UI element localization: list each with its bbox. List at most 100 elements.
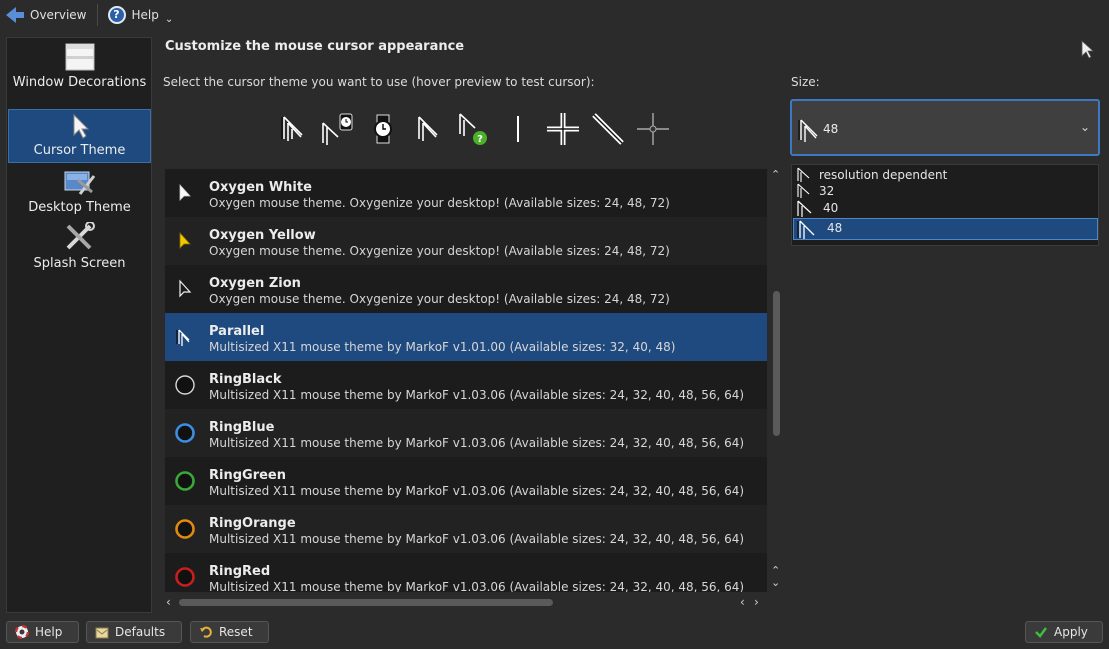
- theme-name: RingBlue: [209, 420, 275, 435]
- preview-cross-cursor-icon[interactable]: [540, 109, 585, 149]
- size-cursor-icon: [798, 118, 820, 147]
- sidebar: Window Decorations Cursor Theme Desktop …: [6, 37, 152, 613]
- help-menu-label: Help: [131, 8, 159, 22]
- help-lifebuoy-icon: [15, 625, 29, 639]
- chevron-down-icon: ⌄: [1079, 120, 1090, 134]
- back-arrow-icon: [6, 7, 16, 23]
- scroll-up-icon[interactable]: ⌃: [771, 168, 780, 181]
- size-option-32[interactable]: 32: [793, 182, 1098, 200]
- window-decorations-icon: [65, 43, 95, 74]
- help-icon: ?: [107, 6, 126, 24]
- scroll-left-icon[interactable]: ‹: [740, 595, 745, 609]
- theme-name: RingOrange: [209, 516, 296, 531]
- theme-description: Multisized X11 mouse theme by MarkoF v1.…: [209, 580, 745, 593]
- theme-list-horizontal-scrollbar[interactable]: ‹ ‹ ›: [164, 595, 768, 609]
- list-item[interactable]: Oxygen White Oxygen mouse theme. Oxygeni…: [165, 169, 767, 217]
- theme-description: Multisized X11 mouse theme by MarkoF v1.…: [209, 436, 745, 450]
- size-option-48-selected[interactable]: 48: [793, 218, 1098, 240]
- list-item[interactable]: RingRed Multisized X11 mouse theme by Ma…: [165, 553, 767, 593]
- svg-text:?: ?: [477, 134, 483, 145]
- theme-instruction: Select the cursor theme you want to use …: [163, 75, 595, 89]
- size-option-label: resolution dependent: [819, 168, 948, 182]
- theme-description: Multisized X11 mouse theme by MarkoF v1.…: [209, 484, 745, 498]
- oxygen-yellow-cursor-icon: [173, 229, 197, 253]
- apply-button-label: Apply: [1054, 625, 1088, 639]
- preview-diagonal-resize-cursor-icon[interactable]: [585, 109, 630, 149]
- theme-description: Multisized X11 mouse theme by MarkoF v1.…: [209, 388, 745, 402]
- undo-icon: [199, 625, 213, 639]
- help-button[interactable]: Help: [6, 621, 79, 643]
- theme-description: Oxygen mouse theme. Oxygenize your deskt…: [209, 244, 670, 258]
- sidebar-item-label: Splash Screen: [33, 256, 126, 271]
- preview-help-cursor-icon[interactable]: ?: [450, 109, 495, 149]
- chevron-down-icon: ⌄: [164, 13, 174, 25]
- theme-description: Oxygen mouse theme. Oxygenize your deskt…: [209, 196, 670, 210]
- cursor-arrow-icon: [71, 113, 89, 142]
- scroll-down-icon[interactable]: ⌄: [771, 576, 780, 589]
- parallel-cursor-icon: [173, 325, 197, 349]
- sidebar-item-window-decorations[interactable]: Window Decorations: [8, 40, 151, 94]
- list-item[interactable]: RingBlue Multisized X11 mouse theme by M…: [165, 409, 767, 457]
- theme-list-vertical-scrollbar[interactable]: ⌃ ⌃ ⌄: [769, 168, 783, 593]
- sidebar-item-label: Cursor Theme: [33, 143, 126, 158]
- theme-name: RingRed: [209, 564, 271, 579]
- cursor-pointer-icon: [1080, 40, 1095, 63]
- cursor-preview-row[interactable]: ?: [270, 108, 680, 150]
- preview-crosshair-cursor-icon[interactable]: [630, 109, 675, 149]
- oxygen-zion-cursor-icon: [173, 277, 197, 301]
- list-item[interactable]: Oxygen Zion Oxygen mouse theme. Oxygeniz…: [165, 265, 767, 313]
- list-item[interactable]: Oxygen Yellow Oxygen mouse theme. Oxygen…: [165, 217, 767, 265]
- cursor-theme-list[interactable]: Oxygen White Oxygen mouse theme. Oxygeni…: [164, 168, 768, 593]
- size-label: Size:: [791, 75, 820, 89]
- reset-button[interactable]: Reset: [190, 621, 269, 643]
- theme-description: Multisized X11 mouse theme by MarkoF v1.…: [209, 340, 676, 354]
- ring-red-cursor-icon: [173, 565, 197, 589]
- ring-green-cursor-icon: [173, 469, 197, 493]
- cursor-size-select[interactable]: 48 ⌄: [790, 99, 1100, 156]
- defaults-button[interactable]: Defaults: [86, 621, 182, 643]
- list-item[interactable]: RingOrange Multisized X11 mouse theme by…: [165, 505, 767, 553]
- preview-wait-cursor-icon[interactable]: [360, 109, 405, 149]
- desktop-theme-icon: [64, 170, 96, 199]
- size-option-label: 48: [827, 221, 843, 235]
- size-option-label: 40: [823, 201, 839, 215]
- size-option-40[interactable]: 40: [793, 199, 1098, 217]
- theme-description: Oxygen mouse theme. Oxygenize your deskt…: [209, 292, 670, 306]
- defaults-button-label: Defaults: [115, 625, 166, 639]
- list-item[interactable]: RingGreen Multisized X11 mouse theme by …: [165, 457, 767, 505]
- horizontal-scroll-thumb[interactable]: [179, 599, 553, 606]
- oxygen-white-cursor-icon: [173, 181, 197, 205]
- page-title: Customize the mouse cursor appearance: [165, 39, 465, 54]
- vertical-scroll-thumb[interactable]: [773, 291, 780, 436]
- sidebar-item-splash-screen[interactable]: Splash Screen: [8, 221, 151, 275]
- list-item-selected[interactable]: Parallel Multisized X11 mouse theme by M…: [165, 313, 767, 361]
- preview-arrow2-cursor-icon[interactable]: [405, 109, 450, 149]
- sidebar-item-label: Window Decorations: [12, 75, 147, 90]
- toolbar: Overview ? Help ⌄: [0, 0, 1109, 30]
- help-menu-button[interactable]: ? Help ⌄: [102, 2, 180, 28]
- overview-label: Overview: [30, 8, 87, 22]
- sidebar-item-cursor-theme[interactable]: Cursor Theme: [8, 109, 151, 163]
- preview-text-cursor-icon[interactable]: [495, 109, 540, 149]
- size-option-label: 32: [819, 184, 835, 198]
- overview-button[interactable]: Overview: [0, 2, 93, 28]
- size-option-cursor-icon: [797, 220, 817, 243]
- sidebar-item-label: Desktop Theme: [28, 200, 131, 215]
- theme-name: Oxygen Zion: [209, 276, 301, 291]
- cursor-size-dropdown[interactable]: resolution dependent 32 40 48: [791, 164, 1099, 246]
- help-button-label: Help: [35, 625, 63, 639]
- apply-button[interactable]: Apply: [1025, 621, 1103, 643]
- scroll-right-icon[interactable]: ›: [754, 595, 759, 609]
- tools-icon: [64, 221, 96, 255]
- preview-arrow-cursor-icon[interactable]: [270, 109, 315, 149]
- list-item[interactable]: RingBlack Multisized X11 mouse theme by …: [165, 361, 767, 409]
- theme-name: Oxygen White: [209, 180, 312, 195]
- scroll-left-icon[interactable]: ‹: [166, 595, 171, 609]
- toolbar-separator: [96, 4, 98, 26]
- theme-name: Oxygen Yellow: [209, 228, 316, 243]
- ring-blue-cursor-icon: [173, 421, 197, 445]
- reset-button-label: Reset: [219, 625, 253, 639]
- preview-busy-arrow-cursor-icon[interactable]: [315, 109, 360, 149]
- theme-name: RingGreen: [209, 468, 286, 483]
- sidebar-item-desktop-theme[interactable]: Desktop Theme: [8, 165, 151, 219]
